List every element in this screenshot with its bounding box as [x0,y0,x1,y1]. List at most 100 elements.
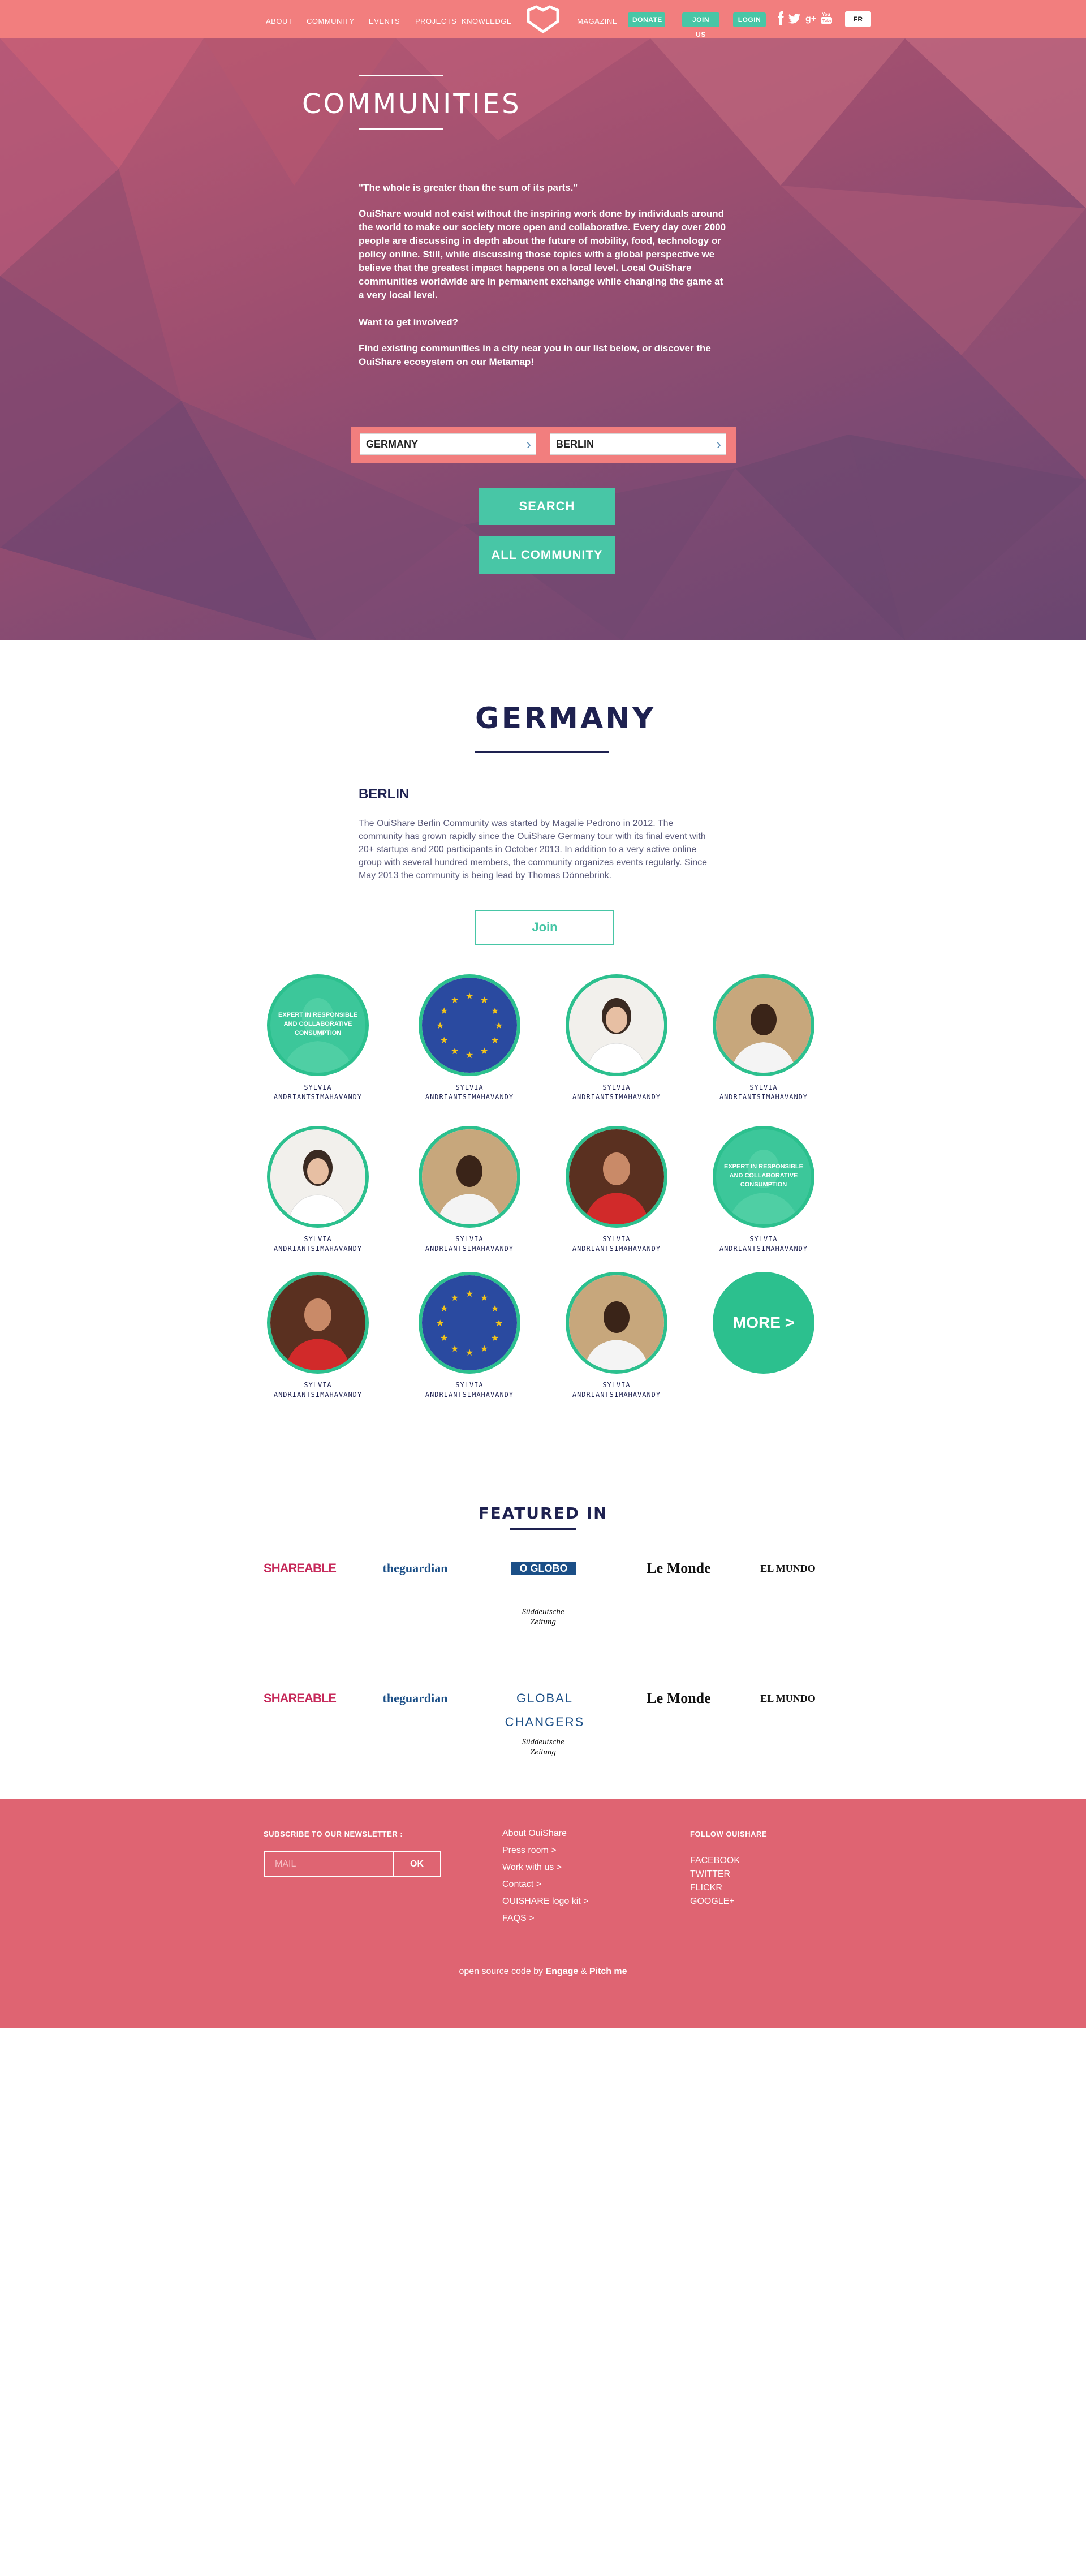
nav-community[interactable]: COMMUNITY [307,17,355,25]
svg-text:★: ★ [466,1288,473,1299]
follow-twitter[interactable]: TWITTER [690,1869,730,1880]
member-avatar [267,1272,369,1374]
member-card[interactable]: SYLVIA ANDRIANTSIMAHAVANDY [566,974,667,1102]
language-switch-button[interactable]: FR [845,11,871,27]
join-button[interactable]: Join [475,910,614,945]
youtube-icon[interactable]: You Tube [820,11,833,25]
google-plus-icon[interactable]: g+ [805,11,818,25]
press-logo-guardian[interactable]: theguardian [376,1557,455,1580]
search-button[interactable]: SEARCH [479,488,615,525]
featured-heading: FEATURED IN [478,1504,608,1523]
donate-button[interactable]: DONATE [628,12,665,27]
footer-link-about[interactable]: About OuiShare [502,1829,567,1839]
city-select[interactable]: BERLIN › [550,433,726,455]
credits-link-engage[interactable]: Engage [545,1967,578,1976]
svg-text:Tube: Tube [822,19,831,23]
member-name: SYLVIA ANDRIANTSIMAHAVANDY [572,1381,661,1399]
nav-knowledge[interactable]: KNOWLEDGE [462,17,512,25]
member-card[interactable]: SYLVIA ANDRIANTSIMAHAVANDY [713,974,815,1102]
login-button[interactable]: LOGIN [733,12,766,27]
hero-quote: "The whole is greater than the sum of it… [359,182,578,193]
nav-about[interactable]: ABOUT [266,17,292,25]
press-logo-guardian-2[interactable]: theguardian [376,1687,455,1710]
press-logo-globalchangers[interactable]: GLOBAL CHANGERS [485,1687,604,1729]
nav-events[interactable]: EVENTS [369,17,400,25]
ouishare-logo[interactable] [525,5,561,34]
svg-text:★: ★ [451,995,459,1005]
member-name: SYLVIA ANDRIANTSIMAHAVANDY [273,1235,363,1253]
member-name: SYLVIA ANDRIANTSIMAHAVANDY [273,1381,363,1399]
member-card[interactable]: EXPERT IN RESPONSIBLE AND COLLABORATIVE … [267,974,369,1102]
svg-text:★: ★ [495,1318,503,1328]
member-avatar: ★ ★ ★ ★ ★ ★ ★ ★ ★ ★ ★ ★ [419,1272,520,1374]
member-avatar [566,974,667,1076]
member-card[interactable]: SYLVIA ANDRIANTSIMAHAVANDY [267,1272,369,1400]
svg-text:★: ★ [491,1005,499,1016]
follow-facebook[interactable]: FACEBOOK [690,1856,740,1866]
svg-text:★: ★ [436,1020,444,1031]
nav-projects[interactable]: PROJECTS [415,17,456,25]
svg-text:★: ★ [466,1050,473,1060]
top-nav: ABOUT COMMUNITY EVENTS PROJECTS KNOWLEDG… [0,0,1086,38]
join-us-button[interactable]: JOIN US [682,12,719,38]
city-select-value: BERLIN [556,438,594,450]
member-avatar [566,1126,667,1228]
newsletter-submit-button[interactable]: OK [394,1851,441,1877]
member-card[interactable]: ★ ★ ★ ★ ★ ★ ★ ★ ★ ★ ★ ★ SYLVIA ANDRIANTSIMAHAVANDY [419,974,520,1102]
svg-text:★: ★ [466,1347,473,1358]
footer-link-logo-kit[interactable]: OUISHARE logo kit > [502,1896,589,1907]
member-expert-badge: EXPERT IN RESPONSIBLE AND COLLABORATIVE … [278,1012,357,1037]
svg-text:★: ★ [480,1292,488,1303]
member-expert-badge: EXPERT IN RESPONSIBLE AND COLLABORATIVE … [724,1163,803,1188]
city-heading: BERLIN [359,786,410,802]
twitter-icon[interactable] [788,11,801,25]
hero-cta: Find existing communities in a city near… [359,343,711,367]
footer-link-contact[interactable]: Contact > [502,1880,541,1890]
press-logo-oglobo[interactable]: O GLOBO [511,1562,576,1575]
footer-link-press[interactable]: Press room > [502,1846,557,1856]
member-avatar: EXPERT IN RESPONSIBLE AND COLLABORATIVE … [267,974,369,1076]
member-avatar [713,974,815,1076]
newsletter-title: SUBSCRIBE TO OUR NEWSLETTER : [264,1830,403,1838]
member-card[interactable]: SYLVIA ANDRIANTSIMAHAVANDY [566,1126,667,1254]
press-logo-lemonde-2[interactable]: Le Monde [645,1687,713,1710]
member-name: SYLVIA ANDRIANTSIMAHAVANDY [572,1083,661,1101]
member-avatar [419,1126,520,1228]
member-card[interactable]: SYLVIA ANDRIANTSIMAHAVANDY [419,1126,520,1254]
member-name: SYLVIA ANDRIANTSIMAHAVANDY [273,1083,363,1101]
member-avatar [267,1126,369,1228]
follow-flickr[interactable]: FLICKR [690,1883,722,1893]
title-rule-bottom [359,128,443,130]
country-heading: GERMANY [475,702,656,736]
facebook-icon[interactable] [777,11,784,25]
footer-link-work[interactable]: Work with us > [502,1863,562,1873]
member-name: SYLVIA ANDRIANTSIMAHAVANDY [719,1083,808,1101]
press-logo-sueddeutsche[interactable]: Süddeutsche Zeitung [509,1607,577,1629]
credits-link-pitchme[interactable]: Pitch me [589,1967,627,1976]
all-community-button[interactable]: ALL COMMUNITY [479,536,615,574]
press-logo-elmundo[interactable]: EL MUNDO [756,1557,820,1580]
member-card[interactable]: SYLVIA ANDRIANTSIMAHAVANDY [566,1272,667,1400]
follow-title: FOLLOW OUISHARE [690,1830,768,1838]
member-card[interactable]: EXPERT IN RESPONSIBLE AND COLLABORATIVE … [713,1126,815,1254]
chevron-right-icon: › [716,436,721,453]
newsletter-email-input[interactable]: MAIL [264,1851,394,1877]
footer-link-faqs[interactable]: FAQS > [502,1913,534,1924]
follow-googleplus[interactable]: GOOGLE+ [690,1896,735,1907]
country-select[interactable]: GERMANY › [360,433,536,455]
search-filter-bar: GERMANY › BERLIN › [351,427,736,463]
nav-magazine[interactable]: MAGAZINE [577,17,618,25]
member-card[interactable]: ★ ★ ★ ★ ★ ★ ★ ★ ★ ★ ★ ★ SYLVIA ANDRIANTSIMAHAVANDY [419,1272,520,1400]
press-logo-lemonde[interactable]: Le Monde [645,1557,713,1580]
press-logo-shareable-2[interactable]: Shareable [261,1687,338,1710]
press-logo-shareable[interactable]: Shareable [261,1557,338,1580]
svg-text:★: ★ [480,995,488,1005]
svg-text:★: ★ [480,1046,488,1056]
chevron-right-icon: › [526,436,531,453]
more-members-button[interactable]: MORE > [713,1272,815,1374]
press-logo-sueddeutsche-2[interactable]: Süddeutsche Zeitung [509,1737,577,1760]
svg-text:g+: g+ [805,14,816,24]
member-name: SYLVIA ANDRIANTSIMAHAVANDY [719,1235,808,1253]
member-card[interactable]: SYLVIA ANDRIANTSIMAHAVANDY [267,1126,369,1254]
press-logo-elmundo-2[interactable]: EL MUNDO [756,1687,820,1710]
